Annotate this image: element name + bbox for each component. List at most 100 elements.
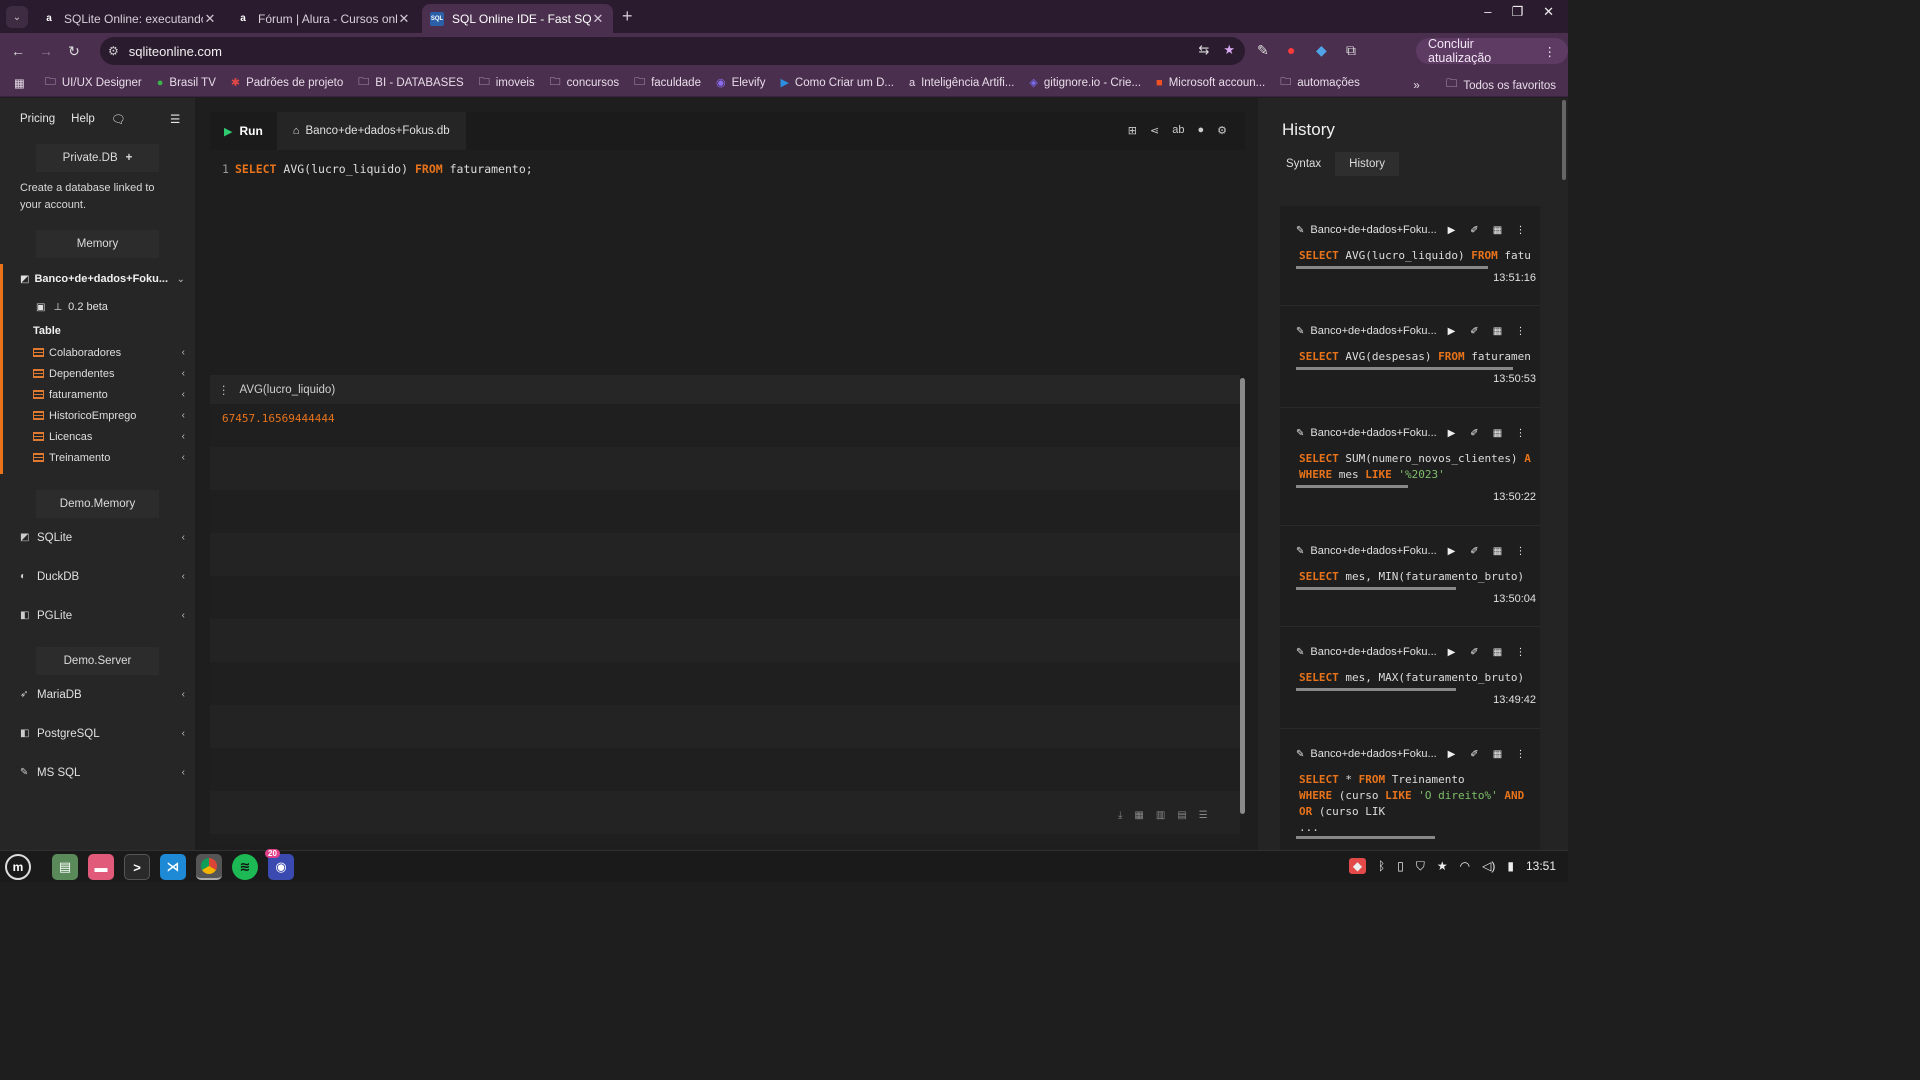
database-menu-icon[interactable]: ☰ bbox=[170, 112, 180, 126]
share-icon[interactable]: ⋖ bbox=[1150, 124, 1159, 137]
close-tab-icon[interactable]: ✕ bbox=[397, 11, 411, 27]
tab-syntax[interactable]: Syntax bbox=[1272, 152, 1335, 176]
pencil-icon[interactable]: ✎ bbox=[1296, 546, 1304, 557]
add-icon[interactable]: + bbox=[126, 152, 133, 164]
close-window-icon[interactable]: ✕ bbox=[1543, 4, 1554, 20]
play-icon[interactable]: ▶ bbox=[1440, 428, 1463, 439]
more-vertical-icon[interactable]: ⋮ bbox=[1509, 326, 1532, 337]
extensions-puzzle-icon[interactable]: ⧉ bbox=[1346, 42, 1356, 59]
result-scrollbar[interactable] bbox=[1240, 378, 1245, 814]
spellcheck-icon[interactable]: ab bbox=[1172, 124, 1184, 137]
close-tab-icon[interactable]: ✕ bbox=[203, 11, 217, 27]
table-item[interactable]: Colaboradores ‹ bbox=[3, 342, 195, 363]
new-tab-plus-icon[interactable]: ⊞ bbox=[1128, 124, 1137, 137]
result-cell[interactable]: 67457.16569444444 bbox=[222, 412, 335, 425]
bluetooth-icon[interactable]: ᛒ bbox=[1378, 859, 1385, 873]
translate-icon[interactable]: ⇆ bbox=[1198, 42, 1209, 58]
grid-icon[interactable]: ▦ bbox=[1486, 647, 1509, 658]
engine-sqlite[interactable]: ◩ SQLite ‹ bbox=[0, 518, 195, 557]
pencil-icon[interactable]: ✎ bbox=[1296, 225, 1304, 236]
bookmark-folder[interactable]: 🗀 faculdade bbox=[634, 73, 701, 92]
chart-icon[interactable]: ▥ bbox=[1156, 810, 1165, 821]
document-icon[interactable]: ▤ bbox=[1177, 810, 1186, 821]
table-view-icon[interactable]: ▦ bbox=[1134, 810, 1143, 821]
chevron-left-icon[interactable]: ‹ bbox=[182, 452, 185, 463]
download-icon[interactable]: ⤓ bbox=[1118, 810, 1122, 821]
chevron-left-icon[interactable]: ‹ bbox=[182, 767, 185, 778]
save-icon[interactable]: ▣ bbox=[36, 302, 45, 313]
bookmark-folder[interactable]: 🗀 UI/UX Designer bbox=[45, 73, 142, 92]
schema-icon[interactable]: ⊥ bbox=[53, 302, 62, 313]
settings-app-icon[interactable]: ▤ bbox=[52, 854, 78, 880]
more-vertical-icon[interactable]: ⋮ bbox=[1509, 428, 1532, 439]
pricing-link[interactable]: Pricing bbox=[20, 113, 55, 125]
engine-mssql[interactable]: ✎ MS SQL ‹ bbox=[0, 753, 195, 792]
play-icon[interactable]: ▶ bbox=[1440, 326, 1463, 337]
record-extension-icon[interactable]: ● bbox=[1287, 42, 1295, 58]
bookmark-folder[interactable]: 🗀 automações bbox=[1280, 73, 1360, 92]
history-item[interactable]: ✎ Banco+de+dados+Foku... ▶ ✐ ▦ ⋮ SELECT mes, M… bbox=[1280, 628, 1540, 729]
wifi-icon[interactable]: ◠ bbox=[1460, 859, 1470, 873]
camera-app-icon[interactable]: ◉ 20 bbox=[265, 849, 294, 880]
volume-icon[interactable]: ◁) bbox=[1482, 859, 1495, 873]
minimize-icon[interactable]: – bbox=[1484, 4, 1491, 20]
bookmark-folder[interactable]: 🗀 imoveis bbox=[479, 73, 535, 92]
bookmark-link[interactable]: ◈ gitignore.io - Crie... bbox=[1029, 76, 1141, 90]
eyedropper-extension-icon[interactable]: ✎ bbox=[1257, 42, 1269, 59]
browser-tab[interactable]: a Fórum | Alura - Cursos online ✕ bbox=[228, 4, 419, 33]
bookmark-link[interactable]: ● Brasil TV bbox=[157, 77, 216, 89]
pencil-icon[interactable]: ✎ bbox=[1296, 428, 1304, 439]
play-icon[interactable]: ▶ bbox=[1440, 647, 1463, 658]
engine-duckdb[interactable]: ◐ DuckDB ‹ bbox=[0, 557, 195, 596]
browser-tab-active[interactable]: SQL SQL Online IDE - Fast SQL Ed ✕ bbox=[422, 4, 613, 33]
chevron-left-icon[interactable]: ‹ bbox=[182, 410, 185, 421]
play-icon[interactable]: ▶ bbox=[1440, 225, 1463, 236]
table-item[interactable]: Dependentes ‹ bbox=[3, 363, 195, 384]
shield-icon[interactable]: ⛉ bbox=[1416, 859, 1425, 874]
history-item[interactable]: ✎ Banco+de+dados+Foku... ▶ ✐ ▦ ⋮ SELECT AVG(de… bbox=[1280, 307, 1540, 408]
edit-icon[interactable]: ✐ bbox=[1463, 225, 1486, 236]
pencil-icon[interactable]: ✎ bbox=[1296, 749, 1304, 760]
apps-grid-icon[interactable]: ▦ bbox=[14, 76, 25, 90]
edit-icon[interactable]: ✐ bbox=[1463, 326, 1486, 337]
tab-search-chevron-icon[interactable]: ⌄ bbox=[6, 6, 28, 28]
chevron-left-icon[interactable]: ‹ bbox=[182, 532, 185, 543]
back-icon[interactable]: ← bbox=[4, 43, 32, 59]
chevron-left-icon[interactable]: ‹ bbox=[182, 610, 185, 621]
all-bookmarks[interactable]: » 🗀 Todos os favoritos bbox=[1413, 76, 1556, 95]
more-vertical-icon[interactable]: ⋮ bbox=[1509, 749, 1532, 760]
chevron-left-icon[interactable]: ‹ bbox=[182, 431, 185, 442]
bookmark-folder[interactable]: 🗀 concursos bbox=[550, 73, 619, 92]
help-link[interactable]: Help bbox=[71, 113, 95, 125]
play-icon[interactable]: ▶ bbox=[1440, 749, 1463, 760]
history-scrollbar[interactable] bbox=[1562, 100, 1566, 180]
settings-gear-icon[interactable]: ⚙ bbox=[1217, 124, 1227, 137]
table-item[interactable]: Treinamento ‹ bbox=[3, 447, 195, 468]
history-item[interactable]: ✎ Banco+de+dados+Foku... ▶ ✐ ▦ ⋮ SELECT * FROM… bbox=[1280, 730, 1540, 850]
history-item[interactable]: ✎ Banco+de+dados+Foku... ▶ ✐ ▦ ⋮ SELECT SUM(nu… bbox=[1280, 409, 1540, 526]
table-item[interactable]: HistoricoEmprego ‹ bbox=[3, 405, 195, 426]
table-item[interactable]: faturamento ‹ bbox=[3, 384, 195, 405]
play-icon[interactable]: ▶ bbox=[1440, 546, 1463, 557]
grid-icon[interactable]: ▦ bbox=[1486, 749, 1509, 760]
battery-icon[interactable]: ▮ bbox=[1507, 859, 1514, 873]
spotify-app-icon[interactable]: ≋ bbox=[232, 854, 258, 880]
chevron-left-icon[interactable]: ‹ bbox=[182, 728, 185, 739]
chevron-left-icon[interactable]: ‹ bbox=[182, 571, 185, 582]
chevron-left-icon[interactable]: ‹ bbox=[182, 347, 185, 358]
star-icon[interactable]: ★ bbox=[1437, 859, 1448, 873]
grid-icon[interactable]: ▦ bbox=[1486, 546, 1509, 557]
pencil-icon[interactable]: ✎ bbox=[1296, 326, 1304, 337]
engine-pglite[interactable]: ◧ PGLite ‹ bbox=[0, 596, 195, 635]
bookmark-folder[interactable]: 🗀 BI - DATABASES bbox=[358, 73, 463, 92]
chevron-down-icon[interactable]: ⌄ bbox=[177, 274, 185, 285]
tab-history[interactable]: History bbox=[1335, 152, 1399, 176]
browser-tab[interactable]: a SQLite Online: executando c ✕ bbox=[34, 4, 225, 33]
editor-tab[interactable]: ⌂ Banco+de+dados+Fokus.db bbox=[276, 112, 466, 150]
edit-icon[interactable]: ✐ bbox=[1463, 749, 1486, 760]
extension-icon[interactable]: ◆ bbox=[1316, 42, 1327, 59]
terminal-app-icon[interactable]: > bbox=[124, 854, 150, 880]
clipboard-icon[interactable]: ▯ bbox=[1397, 859, 1404, 873]
history-item[interactable]: ✎ Banco+de+dados+Foku... ▶ ✐ ▦ ⋮ SELECT AVG(lu… bbox=[1280, 206, 1540, 306]
edit-icon[interactable]: ✐ bbox=[1463, 546, 1486, 557]
